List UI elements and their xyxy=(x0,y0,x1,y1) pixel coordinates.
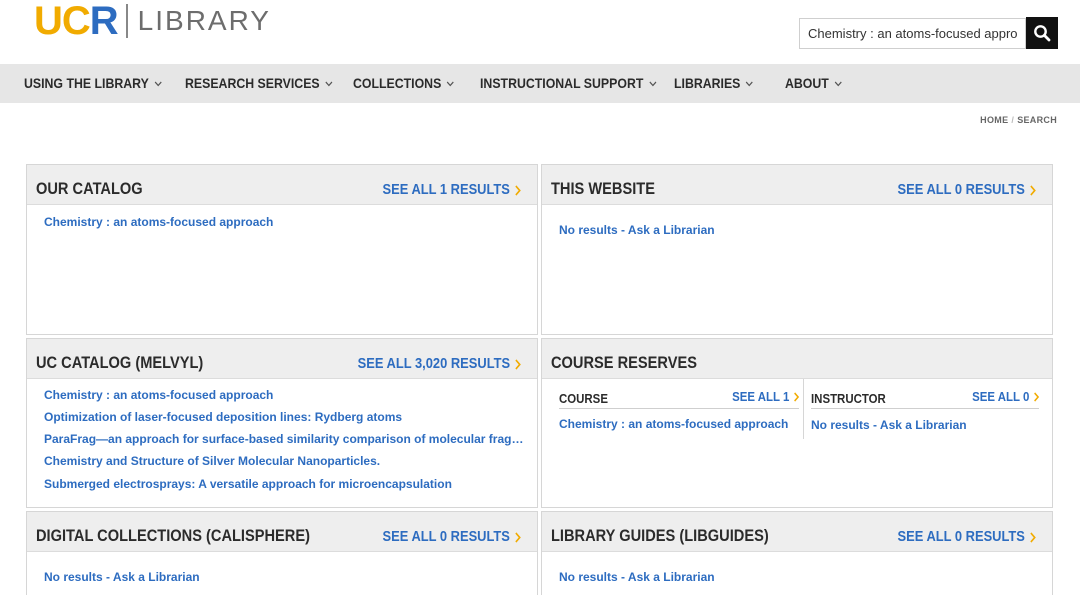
see-all-label: SEE ALL 1 RESULTS xyxy=(382,181,510,198)
breadcrumb-home[interactable]: HOME xyxy=(980,115,1008,125)
panel-title: DIGITAL COLLECTIONS (CALISPHERE) xyxy=(36,526,310,545)
panel-title: THIS WEBSITE xyxy=(551,179,655,198)
logo-library-text: LIBRARY xyxy=(137,5,271,36)
nav-label: COLLECTIONS xyxy=(353,75,442,91)
nav-about[interactable]: ABOUT xyxy=(785,64,842,103)
see-all-label: SEE ALL 0 RESULTS xyxy=(897,181,1025,198)
result-link[interactable]: Optimization of laser-focused deposition… xyxy=(44,410,402,424)
chevron-down-icon xyxy=(649,81,657,87)
see-all-label: SEE ALL 3,020 RESULTS xyxy=(357,355,510,372)
chevron-down-icon xyxy=(325,81,333,87)
panel-title: OUR CATALOG xyxy=(36,179,143,198)
chevron-right-icon xyxy=(794,391,799,402)
breadcrumb: HOME / SEARCH xyxy=(980,115,1057,125)
nav-label: LIBRARIES xyxy=(674,75,741,91)
panel-header: COURSE RESERVES xyxy=(542,339,1052,379)
see-all-link[interactable]: SEE ALL 0 RESULTS xyxy=(382,512,521,562)
see-all-label: SEE ALL 0 xyxy=(972,389,1030,404)
chevron-down-icon xyxy=(834,81,842,87)
panel-our-catalog: OUR CATALOG SEE ALL 1 RESULTS Chemistry … xyxy=(26,164,538,335)
panel-course-reserves: COURSE RESERVES COURSE SEE ALL 1 Chemist… xyxy=(541,338,1053,508)
panel-header: OUR CATALOG SEE ALL 1 RESULTS xyxy=(27,165,537,205)
chevron-right-icon xyxy=(1030,531,1036,543)
chevron-right-icon xyxy=(1030,184,1036,196)
chevron-down-icon xyxy=(154,81,162,87)
see-all-link[interactable]: SEE ALL 3,020 RESULTS xyxy=(357,339,521,389)
nav-libraries[interactable]: LIBRARIES xyxy=(674,64,754,103)
nav-instructional-support[interactable]: INSTRUCTIONAL SUPPORT xyxy=(480,64,657,103)
see-all-link[interactable]: SEE ALL 1 RESULTS xyxy=(382,165,521,215)
result-link[interactable]: Chemistry and Structure of Silver Molecu… xyxy=(44,454,380,468)
breadcrumb-current: SEARCH xyxy=(1017,115,1057,125)
see-all-link[interactable]: SEE ALL 0 RESULTS xyxy=(897,512,1036,562)
nav-label: ABOUT xyxy=(785,75,829,91)
result-link[interactable]: ParaFrag—an approach for surface-based s… xyxy=(44,432,524,446)
nav-label: RESEARCH SERVICES xyxy=(185,75,320,91)
instructor-see-all-link[interactable]: SEE ALL 0 xyxy=(972,389,1039,404)
panel-uc-catalog: UC CATALOG (MELVYL) SEE ALL 3,020 RESULT… xyxy=(26,338,538,508)
instructor-column: INSTRUCTOR SEE ALL 0 No results - Ask a … xyxy=(811,379,1039,439)
ask-librarian-link[interactable]: No results - Ask a Librarian xyxy=(559,570,715,584)
course-subheader: COURSE SEE ALL 1 xyxy=(559,387,799,409)
search-button[interactable] xyxy=(1026,17,1058,49)
chevron-down-icon xyxy=(447,81,455,87)
panel-digital-collections: DIGITAL COLLECTIONS (CALISPHERE) SEE ALL… xyxy=(26,511,538,595)
instructor-subheader: INSTRUCTOR SEE ALL 0 xyxy=(811,387,1039,409)
see-all-label: SEE ALL 0 RESULTS xyxy=(897,528,1025,545)
logo-divider xyxy=(125,4,128,38)
chevron-right-icon xyxy=(1034,391,1039,402)
chevron-down-icon xyxy=(746,81,754,87)
chevron-right-icon xyxy=(515,358,521,370)
ask-librarian-link[interactable]: No results - Ask a Librarian xyxy=(559,223,715,237)
panel-title: LIBRARY GUIDES (LIBGUIDES) xyxy=(551,526,769,545)
result-link[interactable]: Chemistry : an atoms-focused approach xyxy=(44,388,273,402)
see-all-label: SEE ALL 0 RESULTS xyxy=(382,528,510,545)
panel-title: UC CATALOG (MELVYL) xyxy=(36,353,204,372)
result-link[interactable]: Submerged electrosprays: A versatile app… xyxy=(44,477,452,491)
panel-header: THIS WEBSITE SEE ALL 0 RESULTS xyxy=(542,165,1052,205)
breadcrumb-separator: / xyxy=(1011,115,1015,125)
instructor-title: INSTRUCTOR xyxy=(811,391,886,406)
panel-library-guides: LIBRARY GUIDES (LIBGUIDES) SEE ALL 0 RES… xyxy=(541,511,1053,595)
ask-librarian-link[interactable]: No results - Ask a Librarian xyxy=(811,418,967,432)
nav-label: INSTRUCTIONAL SUPPORT xyxy=(480,75,644,91)
panel-header: LIBRARY GUIDES (LIBGUIDES) SEE ALL 0 RES… xyxy=(542,512,1052,552)
nav-research-services[interactable]: RESEARCH SERVICES xyxy=(185,64,333,103)
see-all-label: SEE ALL 1 xyxy=(732,389,790,404)
course-result-link[interactable]: Chemistry : an atoms-focused approach xyxy=(559,417,788,431)
search-icon xyxy=(1033,24,1051,42)
column-divider xyxy=(803,379,804,439)
panel-header: UC CATALOG (MELVYL) SEE ALL 3,020 RESULT… xyxy=(27,339,537,379)
see-all-link[interactable]: SEE ALL 0 RESULTS xyxy=(897,165,1036,215)
course-column: COURSE SEE ALL 1 Chemistry : an atoms-fo… xyxy=(559,379,799,439)
nav-using-the-library[interactable]: USING THE LIBRARY xyxy=(24,64,162,103)
panel-header: DIGITAL COLLECTIONS (CALISPHERE) SEE ALL… xyxy=(27,512,537,552)
main-nav: USING THE LIBRARY RESEARCH SERVICES COLL… xyxy=(0,64,1080,103)
course-see-all-link[interactable]: SEE ALL 1 xyxy=(732,389,799,404)
ask-librarian-link[interactable]: No results - Ask a Librarian xyxy=(44,570,200,584)
logo-ucr: UCR xyxy=(34,0,119,43)
ucr-library-logo[interactable]: UCR LIBRARY xyxy=(34,0,271,42)
result-link[interactable]: Chemistry : an atoms-focused approach xyxy=(44,215,273,229)
search-input[interactable]: Chemistry : an atoms-focused appro xyxy=(799,18,1026,49)
site-header: UCR LIBRARY Chemistry : an atoms-focused… xyxy=(0,0,1080,64)
nav-collections[interactable]: COLLECTIONS xyxy=(353,64,455,103)
nav-label: USING THE LIBRARY xyxy=(24,75,149,91)
panel-this-website: THIS WEBSITE SEE ALL 0 RESULTS No result… xyxy=(541,164,1053,335)
course-title: COURSE xyxy=(559,391,608,406)
chevron-right-icon xyxy=(515,184,521,196)
chevron-right-icon xyxy=(515,531,521,543)
